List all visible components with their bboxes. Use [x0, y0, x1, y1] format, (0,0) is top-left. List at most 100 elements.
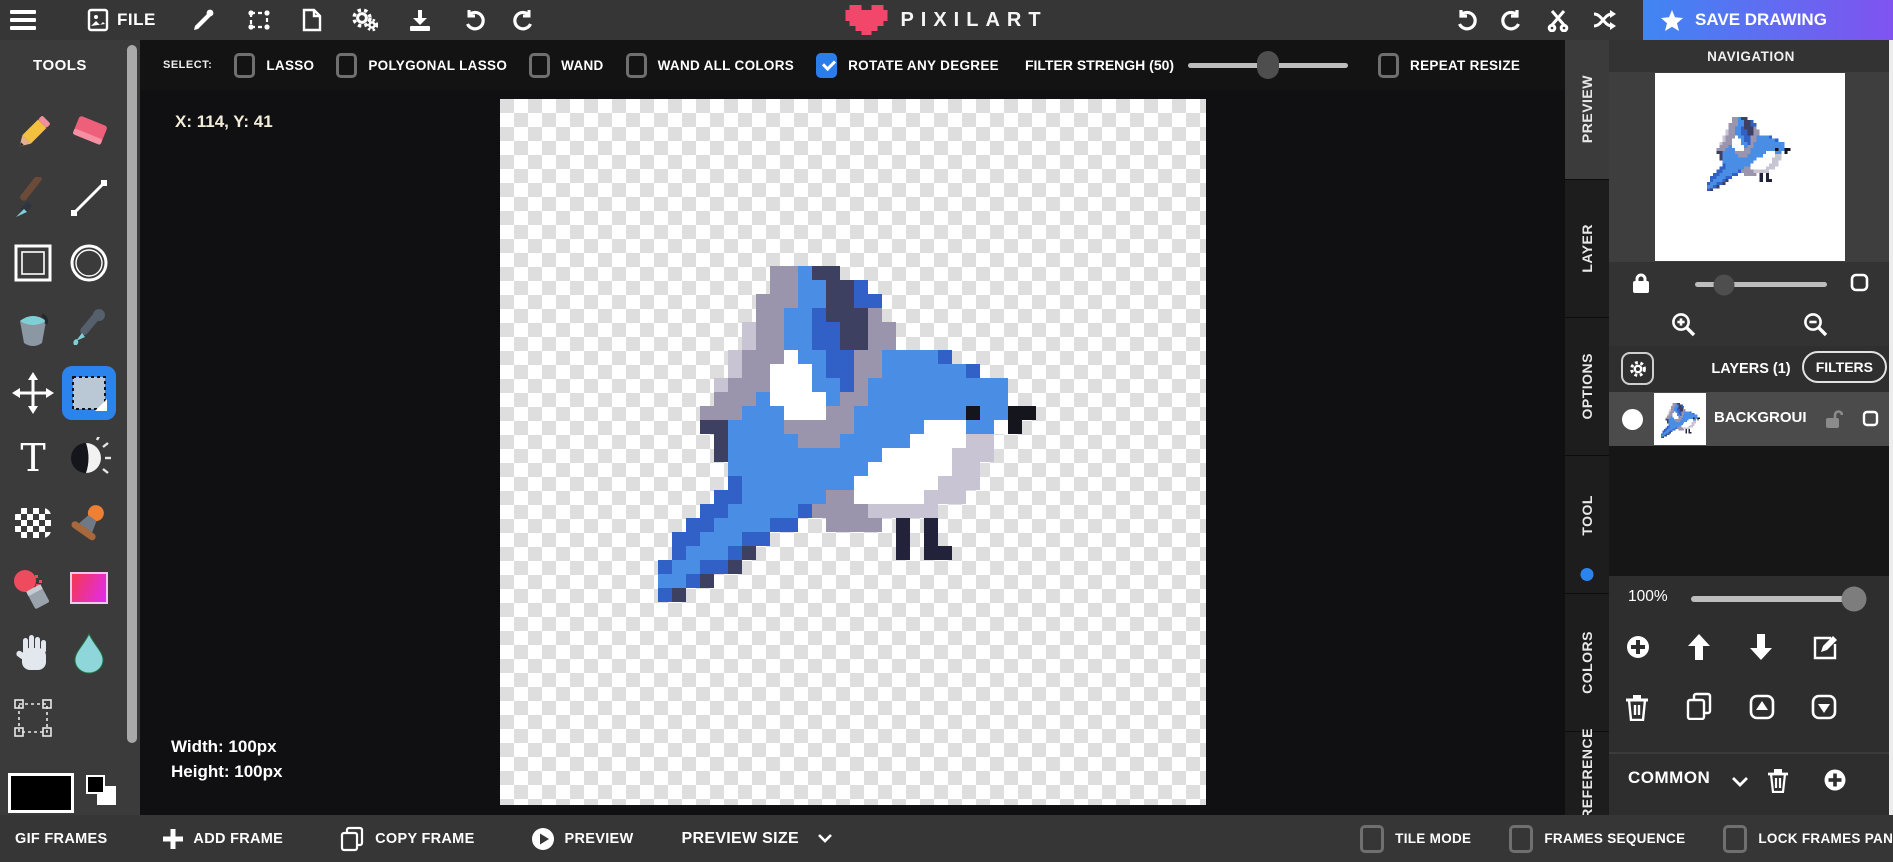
- add-frame-button[interactable]: ADD FRAME: [163, 828, 283, 849]
- repeat-resize-option: REPEAT RESIZE: [1378, 52, 1520, 78]
- rename-layer-icon[interactable]: [1811, 634, 1837, 660]
- transform-select-tool-button[interactable]: [6, 691, 60, 745]
- transform-icon[interactable]: [235, 0, 283, 40]
- preview-size-dropdown[interactable]: PREVIEW SIZE: [682, 830, 833, 848]
- save-drawing-button[interactable]: SAVE DRAWING: [1643, 0, 1893, 40]
- redo-icon[interactable]: [1489, 0, 1535, 40]
- frames-sequence-option: FRAMES SEQUENCE: [1509, 824, 1685, 853]
- circle-icon: [68, 242, 110, 284]
- tab-preview[interactable]: PREVIEW: [1565, 40, 1609, 180]
- bucket-icon: [12, 307, 54, 349]
- zoom-out-icon[interactable]: [1803, 312, 1829, 338]
- opacity-slider[interactable]: [1691, 586, 1867, 612]
- lighten-tool-button[interactable]: [62, 431, 116, 485]
- add-palette-color-button[interactable]: [1823, 768, 1847, 792]
- navigation-preview-image[interactable]: [1655, 73, 1845, 261]
- zoom-in-icon[interactable]: [1671, 312, 1697, 338]
- shuffle-icon[interactable]: [1581, 0, 1629, 40]
- navigation-zoom-slider-thumb[interactable]: [1713, 274, 1735, 295]
- polygonal-lasso-checkbox[interactable]: [336, 52, 358, 78]
- blur-drop-tool-button[interactable]: [62, 626, 116, 680]
- fit-view-icon[interactable]: [1850, 273, 1869, 292]
- filters-button[interactable]: FILTERS: [1801, 351, 1887, 383]
- spray-tool-button[interactable]: [6, 561, 60, 615]
- eraser-tool-button[interactable]: [62, 106, 116, 160]
- lasso-checkbox[interactable]: [234, 52, 256, 78]
- image-file-icon: [87, 8, 109, 32]
- layer-row[interactable]: BACKGROUI: [1609, 392, 1893, 446]
- sidebar-scrollbar[interactable]: [127, 45, 137, 743]
- tile-mode-checkbox[interactable]: [1360, 824, 1385, 853]
- undo-icon[interactable]: [451, 0, 497, 40]
- selection-tool-button[interactable]: [62, 365, 116, 420]
- navigation-preview: [1609, 72, 1893, 262]
- redo-icon[interactable]: [501, 0, 547, 40]
- chevron-down-icon[interactable]: [1731, 776, 1749, 788]
- dither-tool-button[interactable]: [6, 496, 60, 550]
- merge-up-icon[interactable]: [1749, 694, 1775, 720]
- download-icon[interactable]: [397, 0, 443, 40]
- frames-sequence-checkbox[interactable]: [1509, 824, 1534, 853]
- text-tool-button[interactable]: T: [6, 431, 60, 485]
- repeat-resize-checkbox[interactable]: [1378, 52, 1400, 78]
- new-file-icon[interactable]: [291, 0, 333, 40]
- rotate-any-degree-checkbox[interactable]: [816, 52, 838, 78]
- panel-scrollbar[interactable]: [1889, 40, 1893, 815]
- brush-tool-button[interactable]: [6, 171, 60, 225]
- select-label: SELECT:: [163, 59, 213, 71]
- line-tool-button[interactable]: [62, 171, 116, 225]
- eyedropper-icon: [68, 307, 110, 349]
- rectangle-tool-button[interactable]: [6, 236, 60, 290]
- bucket-tool-button[interactable]: [6, 301, 60, 355]
- frames-bottom-bar: GIF FRAMES ADD FRAME COPY FRAME PREVIEW …: [0, 815, 1893, 862]
- tab-reference[interactable]: REFERENCE: [1565, 728, 1609, 818]
- circle-tool-button[interactable]: [62, 236, 116, 290]
- delete-palette-icon[interactable]: [1767, 768, 1789, 793]
- delete-layer-icon[interactable]: [1625, 694, 1649, 721]
- lock-frames-panel-checkbox[interactable]: [1723, 824, 1748, 853]
- wand-checkbox[interactable]: [529, 52, 551, 78]
- settings-gears-icon[interactable]: [341, 0, 389, 40]
- filter-strength-slider-thumb[interactable]: [1257, 51, 1280, 79]
- tab-options[interactable]: OPTIONS: [1565, 318, 1609, 456]
- preview-button[interactable]: PREVIEW: [531, 827, 634, 851]
- hand-tool-button[interactable]: [6, 626, 60, 680]
- menu-icon[interactable]: [0, 0, 48, 40]
- unlock-icon[interactable]: [1825, 409, 1843, 429]
- move-tool-button[interactable]: [6, 366, 60, 420]
- primary-color-swatch[interactable]: [8, 773, 74, 813]
- lock-frames-panel-option: LOCK FRAMES PANEL: [1723, 824, 1893, 853]
- navigation-zoom-slider[interactable]: [1695, 274, 1827, 295]
- duplicate-layer-icon[interactable]: [1685, 692, 1713, 720]
- move-layer-up-icon[interactable]: [1687, 634, 1711, 660]
- gradient-tool-button[interactable]: [62, 561, 116, 615]
- stamp-tool-button[interactable]: [62, 496, 116, 550]
- wand-option: WAND: [529, 52, 603, 78]
- add-layer-button[interactable]: [1625, 634, 1651, 660]
- scissors-icon[interactable]: [1535, 0, 1581, 40]
- tool-options-section: 100% COMMON: [1609, 576, 1893, 855]
- eyedropper-tool-button[interactable]: [62, 301, 116, 355]
- layer-select-box[interactable]: [1862, 410, 1879, 427]
- secondary-color-swatch[interactable]: [86, 775, 116, 805]
- tab-tool[interactable]: TOOL: [1565, 456, 1609, 594]
- tool-active-dot: [1580, 568, 1594, 581]
- merge-down-icon[interactable]: [1811, 694, 1837, 720]
- tab-layer[interactable]: LAYER: [1565, 180, 1609, 318]
- drawing-canvas[interactable]: [500, 99, 1206, 805]
- text-icon: T: [20, 435, 46, 480]
- gradient-icon: [70, 571, 108, 604]
- layer-settings-button[interactable]: [1621, 352, 1654, 385]
- tab-colors[interactable]: COLORS: [1565, 594, 1609, 732]
- layer-visibility-toggle[interactable]: [1622, 409, 1643, 430]
- copy-frame-button[interactable]: COPY FRAME: [339, 826, 474, 852]
- lock-icon[interactable]: [1631, 272, 1651, 294]
- move-layer-down-icon[interactable]: [1749, 634, 1773, 660]
- undo-icon[interactable]: [1443, 0, 1489, 40]
- file-menu-button[interactable]: FILE: [76, 0, 167, 40]
- opacity-slider-thumb[interactable]: [1841, 586, 1867, 612]
- pen-icon[interactable]: [181, 0, 227, 40]
- wand-all-colors-checkbox[interactable]: [625, 52, 647, 78]
- filter-strength-slider[interactable]: [1188, 51, 1349, 79]
- pencil-tool-button[interactable]: [6, 106, 60, 160]
